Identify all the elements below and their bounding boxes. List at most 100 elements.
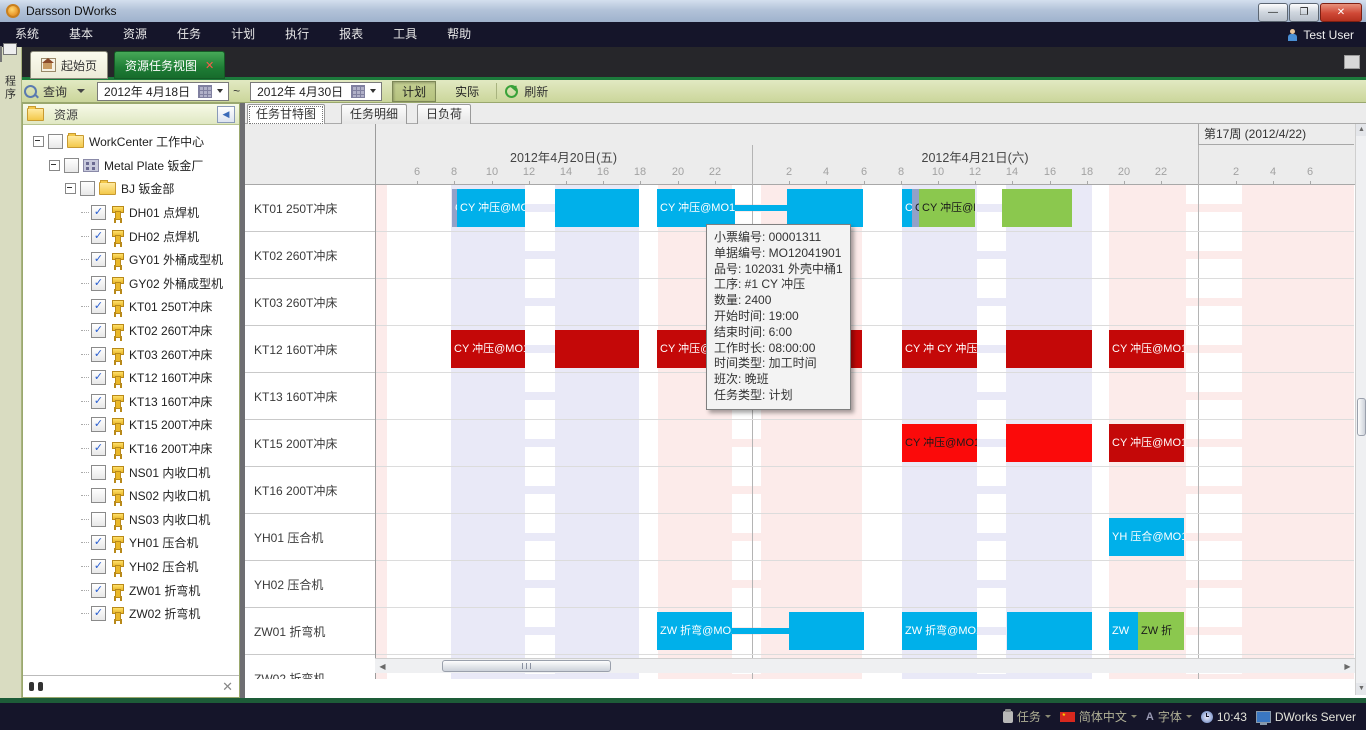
tab-task-gantt[interactable]: 任务甘特图: [247, 104, 325, 126]
tree-item-NS01[interactable]: NS01 内收口机: [23, 460, 239, 484]
checkbox[interactable]: [80, 181, 95, 196]
menu-item-7[interactable]: 工具: [378, 27, 432, 41]
task-bar[interactable]: [787, 189, 863, 227]
checkbox[interactable]: ✓: [91, 606, 106, 621]
task-bar[interactable]: CY 冲压@MO12041903: [902, 424, 977, 462]
tree-item-NS02[interactable]: NS02 内收口机: [23, 484, 239, 508]
gantt-row-label-KT12[interactable]: KT12 160T冲床: [245, 326, 375, 373]
tree-item-KT01[interactable]: ✓KT01 250T冲床: [23, 295, 239, 319]
tree-item-KT03[interactable]: ✓KT03 260T冲床: [23, 342, 239, 366]
task-bar[interactable]: [1006, 330, 1092, 368]
checkbox[interactable]: [64, 158, 79, 173]
checkbox[interactable]: [91, 488, 106, 503]
checkbox[interactable]: ✓: [91, 394, 106, 409]
date-to-dropdown-icon[interactable]: [370, 89, 376, 93]
tree-item-GY02[interactable]: ✓GY02 外桶成型机: [23, 272, 239, 296]
vertical-scrollbar[interactable]: ▲ ▼: [1355, 124, 1366, 695]
find-icon[interactable]: [29, 682, 43, 691]
task-bar[interactable]: [735, 205, 787, 211]
tree-item-KT12[interactable]: ✓KT12 160T冲床: [23, 366, 239, 390]
close-button[interactable]: ✕: [1320, 3, 1362, 22]
task-bar[interactable]: [789, 612, 864, 650]
refresh-button[interactable]: 刷新: [524, 83, 548, 100]
checkbox[interactable]: ✓: [91, 205, 106, 220]
tree-item-BJ[interactable]: BJ 钣金部: [23, 177, 239, 201]
gantt-row-label-YH02[interactable]: YH02 压合机: [245, 561, 375, 608]
task-bar[interactable]: CY 冲 CY 冲压@MO12041904: [902, 330, 977, 368]
checkbox[interactable]: [48, 134, 63, 149]
tree-item-ZW01[interactable]: ✓ZW01 折弯机: [23, 578, 239, 602]
tree-item-KT15[interactable]: ✓KT15 200T冲床: [23, 413, 239, 437]
task-bar[interactable]: CY 冲压@MO1: [1109, 330, 1184, 368]
menu-item-8[interactable]: 帮助: [432, 27, 486, 41]
tree-item-YH02[interactable]: ✓YH02 压合机: [23, 555, 239, 579]
task-bar[interactable]: C: [902, 189, 912, 227]
checkbox[interactable]: [91, 465, 106, 480]
gantt-row-label-ZW01[interactable]: ZW01 折弯机: [245, 608, 375, 655]
tree-item-KT13[interactable]: ✓KT13 160T冲床: [23, 390, 239, 414]
pinned-panels-icon[interactable]: [0, 46, 2, 62]
status-item-任务[interactable]: 任务: [1003, 708, 1051, 725]
expand-toggle-icon[interactable]: [33, 136, 44, 147]
scroll-left-icon[interactable]: ◀: [376, 660, 389, 673]
tree-item-DH01[interactable]: ✓DH01 点焊机: [23, 201, 239, 225]
checkbox[interactable]: ✓: [91, 559, 106, 574]
task-bar[interactable]: YH 压合@MO1: [1109, 518, 1184, 556]
checkbox[interactable]: ✓: [91, 583, 106, 598]
date-to-field[interactable]: 2012年 4月30日: [250, 82, 382, 101]
expand-toggle-icon[interactable]: [49, 160, 60, 171]
task-bar[interactable]: ZW 折: [1138, 612, 1184, 650]
menu-item-6[interactable]: 报表: [324, 27, 378, 41]
task-bar[interactable]: ZW 折弯@MO12041901: [657, 612, 732, 650]
plan-toggle-button[interactable]: 计划: [392, 81, 436, 102]
checkbox[interactable]: ✓: [91, 323, 106, 338]
task-bar[interactable]: [732, 628, 789, 634]
clear-filter-icon[interactable]: ✕: [222, 679, 233, 695]
query-button[interactable]: 查询: [43, 83, 67, 100]
checkbox[interactable]: ✓: [91, 252, 106, 267]
task-bar[interactable]: [1006, 424, 1092, 462]
gantt-row-label-KT15[interactable]: KT15 200T冲床: [245, 420, 375, 467]
maximize-button[interactable]: ❐: [1289, 3, 1319, 22]
menu-item-2[interactable]: 资源: [108, 27, 162, 41]
task-bar[interactable]: [1007, 612, 1092, 650]
menu-item-0[interactable]: 系统: [0, 27, 54, 41]
collapse-panel-button[interactable]: ◀: [217, 106, 235, 123]
tree-item-KT02[interactable]: ✓KT02 260T冲床: [23, 319, 239, 343]
date-from-field[interactable]: 2012年 4月18日: [97, 82, 229, 101]
gantt-row-label-ZW02[interactable]: ZW02 折弯机: [245, 655, 375, 679]
scroll-up-icon[interactable]: ▲: [1356, 124, 1366, 136]
checkbox[interactable]: ✓: [91, 417, 106, 432]
task-bar[interactable]: [1002, 189, 1072, 227]
tree-item-Metal[interactable]: Metal Plate 钣金厂: [23, 154, 239, 178]
minimize-button[interactable]: —: [1258, 3, 1288, 22]
query-dropdown-icon[interactable]: [77, 89, 85, 93]
tab-task-detail[interactable]: 任务明细: [341, 104, 407, 125]
actual-toggle-button[interactable]: 实际: [446, 82, 488, 101]
horizontal-scroll-thumb[interactable]: [442, 660, 611, 672]
calendar-icon[interactable]: [351, 85, 365, 98]
chevron-down-icon[interactable]: [1186, 715, 1192, 718]
gantt-row-label-KT03[interactable]: KT03 260T冲床: [245, 279, 375, 326]
status-item-字体[interactable]: A字体: [1146, 708, 1192, 725]
tree-item-NS03[interactable]: NS03 内收口机: [23, 508, 239, 532]
expand-toggle-icon[interactable]: [65, 183, 76, 194]
task-bar[interactable]: [555, 189, 639, 227]
tree-item-KT16[interactable]: ✓KT16 200T冲床: [23, 437, 239, 461]
task-bar[interactable]: ZW: [1109, 612, 1138, 650]
tab-start-page[interactable]: 起始页: [30, 51, 108, 79]
menu-item-4[interactable]: 计划: [216, 27, 270, 41]
checkbox[interactable]: [91, 512, 106, 527]
task-bar[interactable]: CY 冲压@MO1: [1109, 424, 1184, 462]
gantt-row-label-KT01[interactable]: KT01 250T冲床: [245, 185, 375, 232]
gantt-row-label-YH01[interactable]: YH01 压合机: [245, 514, 375, 561]
tab-daily-load[interactable]: 日负荷: [417, 104, 471, 125]
task-bar[interactable]: [555, 330, 639, 368]
tree-item-GY01[interactable]: ✓GY01 外桶成型机: [23, 248, 239, 272]
menu-item-5[interactable]: 执行: [270, 27, 324, 41]
task-bar[interactable]: CY 冲压@MO12041901: [657, 189, 735, 227]
tree-item-ZW02[interactable]: ✓ZW02 折弯机: [23, 602, 239, 626]
tree-item-YH01[interactable]: ✓YH01 压合机: [23, 531, 239, 555]
task-bar[interactable]: CY 冲压@MO12041902: [919, 189, 975, 227]
gantt-row-label-KT13[interactable]: KT13 160T冲床: [245, 373, 375, 420]
